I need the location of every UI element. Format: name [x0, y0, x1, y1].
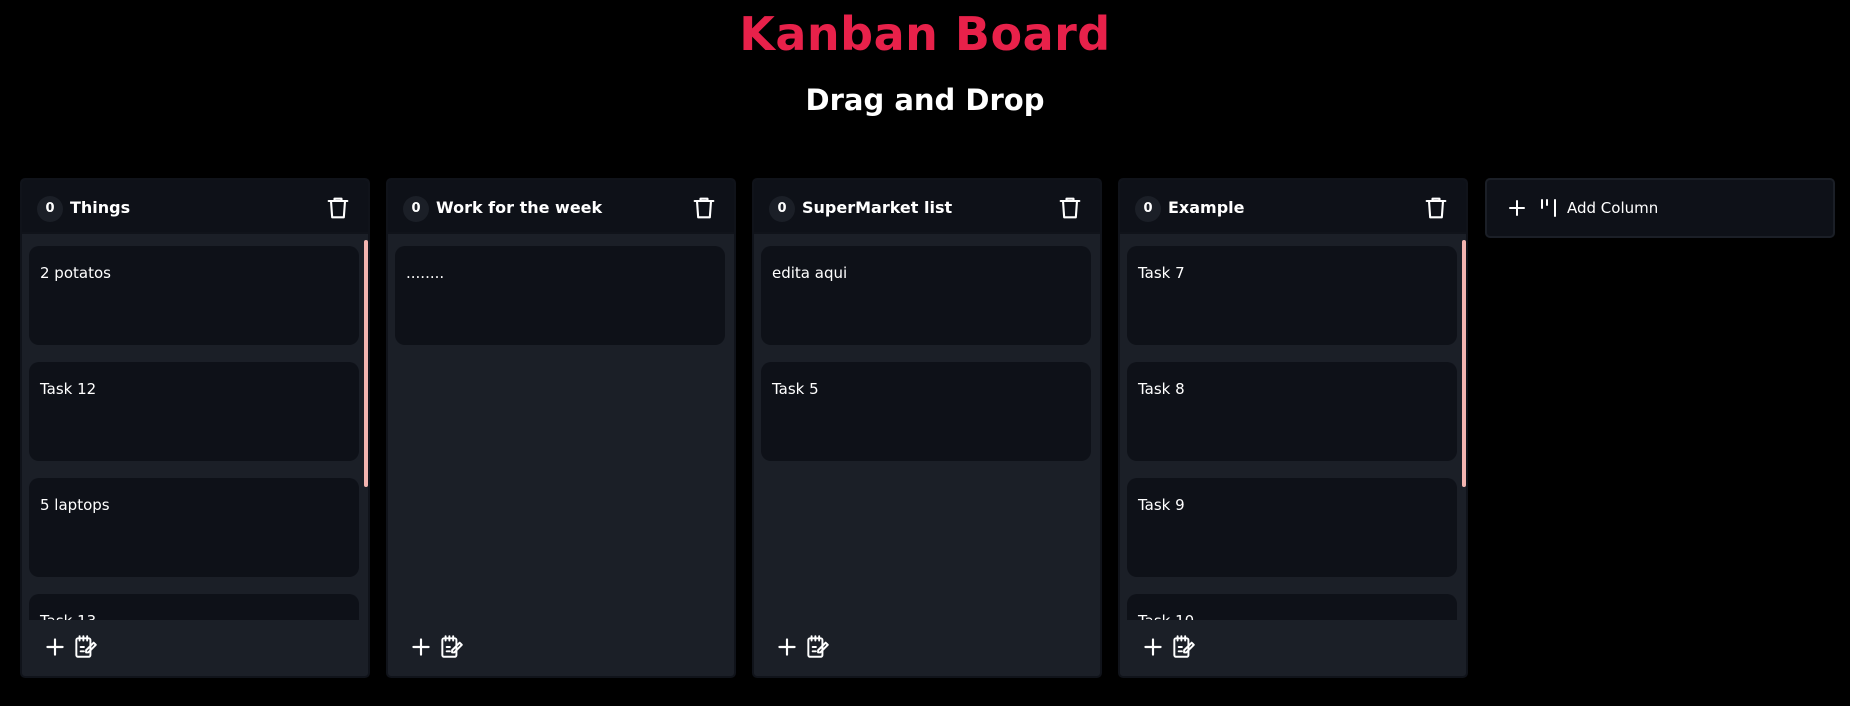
task-card[interactable]: edita aqui [761, 246, 1091, 345]
column-header[interactable]: 0 Example [1120, 180, 1466, 234]
card-list: Task 7 Task 8 Task 9 Task 10 [1127, 246, 1457, 620]
column-work-for-the-week[interactable]: 0 Work for the week ........ [386, 178, 736, 678]
trash-icon[interactable] [324, 194, 352, 222]
column-header[interactable]: 0 Things [22, 180, 368, 234]
task-card-text[interactable]: Task 9 [1138, 494, 1185, 516]
task-count-badge: 0 [1135, 196, 1161, 222]
plus-icon[interactable] [408, 634, 434, 660]
task-card-text[interactable]: Task 8 [1138, 378, 1185, 400]
page-title: Kanban Board [739, 7, 1111, 61]
task-card-text[interactable]: Task 7 [1138, 262, 1185, 284]
kanban-page: Kanban Board Drag and Drop 0 Things 2 po… [0, 0, 1850, 706]
edit-note-icon[interactable] [438, 634, 464, 660]
task-card-text[interactable]: ........ [406, 262, 444, 284]
task-count-badge: 0 [769, 196, 795, 222]
column-title[interactable]: Things [70, 196, 130, 220]
page-subtitle: Drag and Drop [805, 83, 1045, 117]
task-card-text[interactable]: 5 laptops [40, 494, 110, 516]
task-card-text[interactable]: edita aqui [772, 262, 847, 284]
task-card[interactable]: 5 laptops [29, 478, 359, 577]
trash-icon[interactable] [1422, 194, 1450, 222]
task-card[interactable]: Task 7 [1127, 246, 1457, 345]
edit-note-icon[interactable] [72, 634, 98, 660]
column-example[interactable]: 0 Example Task 7 Task 8 Task 9 Task 10 [1118, 178, 1468, 678]
card-list: edita aqui Task 5 [761, 246, 1091, 620]
scrollbar[interactable] [1462, 240, 1466, 487]
task-card[interactable]: Task 13 [29, 594, 359, 620]
column-title[interactable]: SuperMarket list [802, 196, 952, 220]
card-list: 2 potatos Task 12 5 laptops Task 13 [29, 246, 359, 620]
plus-icon[interactable] [42, 634, 68, 660]
add-column-label: Add Column [1567, 199, 1659, 217]
task-count-badge: 0 [403, 196, 429, 222]
plus-icon [1505, 196, 1529, 220]
edit-note-icon[interactable] [1170, 634, 1196, 660]
column-title[interactable]: Example [1168, 196, 1245, 220]
task-card-text[interactable]: Task 10 [1138, 610, 1194, 620]
edit-note-icon[interactable] [804, 634, 830, 660]
task-card-text[interactable]: Task 5 [772, 378, 819, 400]
column-things[interactable]: 0 Things 2 potatos Task 12 5 laptops Tas… [20, 178, 370, 678]
plus-icon[interactable] [774, 634, 800, 660]
column-icon [1539, 196, 1561, 220]
scrollbar[interactable] [364, 240, 368, 487]
trash-icon[interactable] [690, 194, 718, 222]
plus-icon[interactable] [1140, 634, 1166, 660]
card-list: ........ [395, 246, 725, 620]
column-header[interactable]: 0 SuperMarket list [754, 180, 1100, 234]
task-card[interactable]: ........ [395, 246, 725, 345]
add-column-button[interactable]: Add Column [1485, 178, 1835, 238]
task-card-text[interactable]: Task 12 [40, 378, 96, 400]
task-card[interactable]: Task 10 [1127, 594, 1457, 620]
task-card[interactable]: Task 9 [1127, 478, 1457, 577]
task-card-text[interactable]: Task 13 [40, 610, 96, 620]
trash-icon[interactable] [1056, 194, 1084, 222]
task-card[interactable]: Task 8 [1127, 362, 1457, 461]
column-header[interactable]: 0 Work for the week [388, 180, 734, 234]
task-count-badge: 0 [37, 196, 63, 222]
task-card[interactable]: Task 12 [29, 362, 359, 461]
task-card[interactable]: Task 5 [761, 362, 1091, 461]
column-title[interactable]: Work for the week [436, 196, 602, 220]
task-card-text[interactable]: 2 potatos [40, 262, 111, 284]
column-supermarket-list[interactable]: 0 SuperMarket list edita aqui Task 5 [752, 178, 1102, 678]
task-card[interactable]: 2 potatos [29, 246, 359, 345]
